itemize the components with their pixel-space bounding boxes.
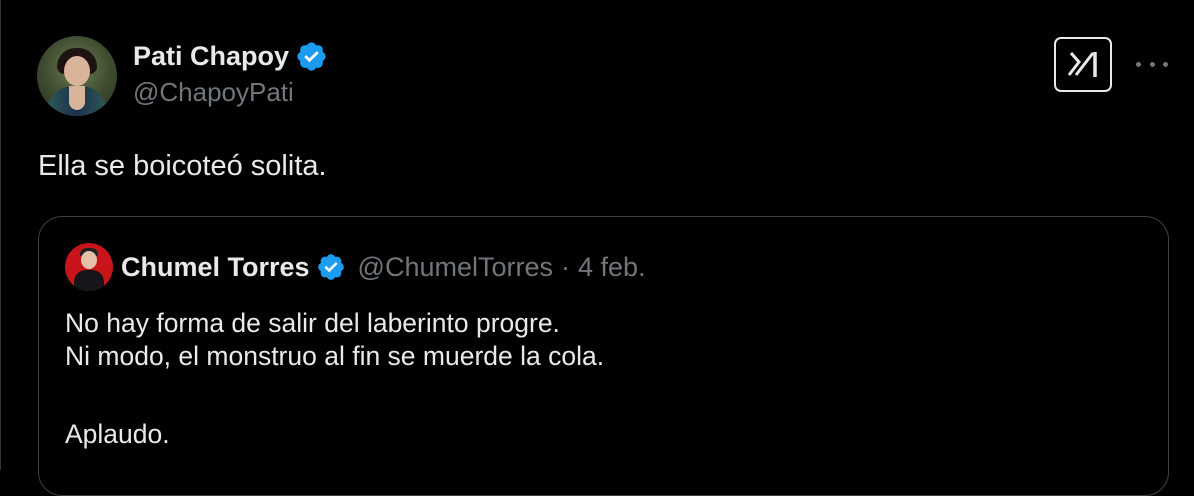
quoted-text-line: No hay forma de salir del laberinto prog…: [65, 308, 560, 338]
quoted-avatar[interactable]: [65, 243, 113, 291]
tweet-text: Ella se boicoteó solita.: [38, 150, 327, 182]
grok-button[interactable]: [1054, 37, 1112, 92]
author-block: Pati Chapoy @ChapoyPati: [133, 36, 328, 108]
avatar[interactable]: [37, 36, 117, 116]
separator-dot: ·: [561, 251, 571, 282]
verified-badge-icon[interactable]: [295, 40, 328, 73]
tweet-header: Pati Chapoy @ChapoyPati: [37, 36, 328, 116]
quoted-date[interactable]: 4 feb.: [578, 252, 646, 283]
quoted-text-line: Ni modo, el monstruo al fin se muerde la…: [65, 341, 605, 371]
author-handle[interactable]: @ChapoyPati: [133, 77, 328, 108]
author-display-name[interactable]: Pati Chapoy: [133, 41, 289, 72]
quoted-display-name[interactable]: Chumel Torres: [121, 252, 310, 283]
verified-badge-icon[interactable]: [316, 252, 346, 282]
name-row: Pati Chapoy: [133, 36, 328, 76]
grok-icon: [1067, 51, 1097, 77]
more-options-icon[interactable]: [1136, 52, 1168, 76]
quoted-tweet-card[interactable]: Chumel Torres @ChumelTorres · 4 feb. No …: [38, 216, 1169, 496]
quoted-handle[interactable]: @ChumelTorres: [358, 252, 553, 283]
quoted-tweet-header: Chumel Torres @ChumelTorres · 4 feb.: [65, 243, 646, 291]
quoted-text-line: Aplaudo.: [65, 419, 170, 449]
left-border: [0, 0, 1, 470]
quoted-tweet-text: No hay forma de salir del laberinto prog…: [65, 307, 604, 451]
